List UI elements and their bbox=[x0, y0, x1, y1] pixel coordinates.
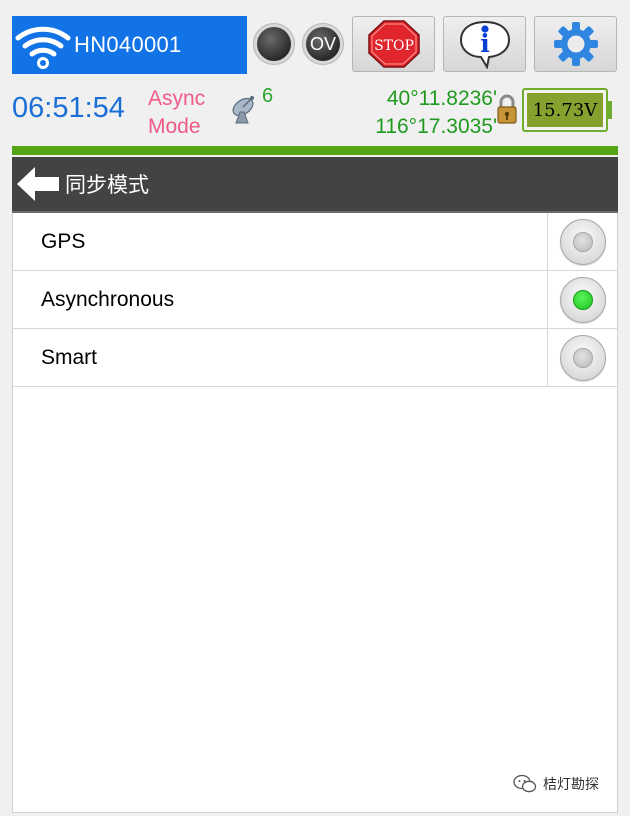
option-label: GPS bbox=[41, 229, 86, 253]
battery-tip bbox=[608, 101, 612, 119]
watermark: 桔灯勘探 bbox=[513, 774, 599, 794]
battery-voltage: 15.73V bbox=[527, 93, 603, 127]
radio-cell bbox=[547, 329, 617, 386]
wifi-icon bbox=[12, 16, 74, 74]
list-item-gps[interactable]: GPS bbox=[13, 213, 617, 271]
battery-indicator: 15.73V bbox=[522, 88, 612, 132]
mode-line-1: Async bbox=[148, 87, 206, 110]
gps-coordinates: 40°11.8236' 116°17.3035' bbox=[375, 85, 497, 141]
settings-button[interactable] bbox=[534, 16, 617, 72]
latitude-value: 40°11.8236' bbox=[386, 87, 497, 110]
radio-indicator bbox=[572, 289, 593, 310]
satellite-dish-icon bbox=[228, 92, 262, 126]
lock-icon bbox=[496, 93, 518, 125]
longitude-value: 116°17.3035' bbox=[375, 115, 497, 138]
sync-mode-status: Async Mode bbox=[148, 85, 205, 141]
radio-cell bbox=[547, 271, 617, 328]
stop-label: STOP bbox=[374, 38, 414, 54]
accent-divider bbox=[12, 146, 618, 155]
ov-label: OV bbox=[306, 27, 340, 61]
radio-button-gps[interactable] bbox=[559, 218, 606, 265]
back-button[interactable] bbox=[12, 156, 64, 212]
clock-time: 06:51:54 bbox=[12, 92, 125, 124]
page-title: 同步模式 bbox=[65, 173, 149, 197]
sync-mode-list: GPS Asynchronous Smart 桔灯勘探 bbox=[12, 213, 618, 813]
radio-cell bbox=[547, 213, 617, 270]
info-icon: i bbox=[459, 20, 510, 69]
list-item-asynchronous[interactable]: Asynchronous bbox=[13, 271, 617, 329]
satellite-count: 6 bbox=[262, 85, 274, 107]
gear-icon bbox=[553, 22, 598, 66]
back-arrow-icon bbox=[17, 167, 59, 201]
info-label: i bbox=[480, 29, 490, 58]
radio-indicator bbox=[572, 231, 593, 252]
device-name: HN040001 bbox=[74, 32, 182, 57]
radio-indicator bbox=[572, 347, 593, 368]
status-led-button[interactable] bbox=[253, 23, 295, 65]
stop-button[interactable]: STOP bbox=[352, 16, 435, 72]
app-window: HN040001 OV STOP i 06:51:54 Async Mode 6… bbox=[0, 0, 630, 816]
radio-button-smart[interactable] bbox=[559, 334, 606, 381]
stop-sign-icon: STOP bbox=[367, 20, 420, 68]
page-header: 同步模式 bbox=[12, 157, 618, 213]
device-connection-box[interactable]: HN040001 bbox=[12, 16, 247, 74]
list-item-smart[interactable]: Smart bbox=[13, 329, 617, 387]
mode-line-2: Mode bbox=[148, 115, 201, 138]
radio-button-asynchronous[interactable] bbox=[559, 276, 606, 323]
option-label: Smart bbox=[41, 345, 98, 369]
option-label: Asynchronous bbox=[41, 287, 175, 311]
watermark-text: 桔灯勘探 bbox=[543, 777, 599, 793]
wechat-icon bbox=[513, 774, 537, 793]
status-led-icon bbox=[257, 27, 291, 61]
battery-icon: 15.73V bbox=[522, 88, 608, 132]
info-button[interactable]: i bbox=[443, 16, 526, 72]
ov-led-button[interactable]: OV bbox=[302, 23, 344, 65]
